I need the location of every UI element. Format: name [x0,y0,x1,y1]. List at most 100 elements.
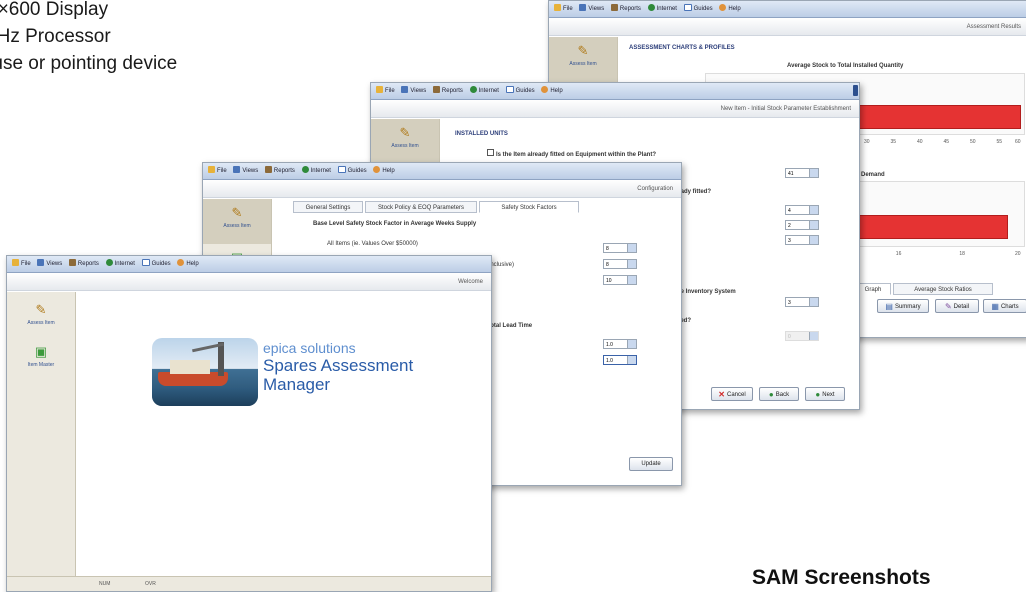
lead-time-input-2[interactable]: 1.0 [603,355,637,365]
welcome-window: File Views Reports Internet Guides Help … [6,255,492,592]
menu-views[interactable]: Views [37,256,62,272]
product-name-line1: Spares Assessment [263,356,414,375]
sidebar-item-assess[interactable]: ✎ Assess Item [7,296,75,341]
factor-input-2[interactable]: 8 [603,259,637,269]
cancel-button[interactable]: ✕ Cancel [711,387,753,401]
folder-icon [12,259,19,266]
status-num: NUM [99,581,111,587]
menu-internet[interactable]: Internet [469,83,499,99]
axis-tick-label: 60 [1015,139,1021,145]
menu-bar: File Views Reports Internet Guides Help [371,83,859,100]
menu-guides[interactable]: Guides [141,256,171,272]
close-icon: ✕ [718,390,725,399]
menu-views[interactable]: Views [579,1,604,17]
axis-tick-label: 20 [1015,251,1021,257]
help-icon [177,259,185,266]
tab-safety-stock[interactable]: Safety Stock Factors [479,201,579,213]
update-button[interactable]: Update [629,457,673,471]
globe-icon [301,166,309,173]
sidebar-item-assess[interactable]: ✎ Assess Item [549,37,617,82]
menu-reports[interactable]: Reports [610,1,641,17]
product-name-line2: Manager [263,375,331,394]
page-title: Assessment Results [549,18,1026,36]
menu-bar: File Views Reports Internet Guides Help [7,256,491,273]
menu-help[interactable]: Help [541,83,563,99]
factor-input-1[interactable]: 8 [603,243,637,253]
next-button[interactable]: ● Next [805,387,845,401]
menu-bar: File Views Reports Internet Guides Help [203,163,681,180]
sidebar-item-master[interactable]: ▣ Item Master [7,338,75,383]
charts-button[interactable]: ▦ Charts [983,299,1026,313]
menu-views[interactable]: Views [233,163,258,179]
status-bar: NUM OVR [7,576,491,591]
help-icon [373,166,381,173]
page-title: Configuration [203,180,681,198]
qty-input-2[interactable]: 2 [785,220,819,230]
axis-tick-label: 35 [890,139,897,145]
summary-button[interactable]: ▤ Summary [877,299,929,313]
folder-icon [554,4,561,11]
menu-internet[interactable]: Internet [105,256,135,272]
screenshots-caption: SAM Screenshots [752,566,931,589]
book-icon [141,259,150,266]
brand-name: epica solutions [263,340,356,356]
menu-guides[interactable]: Guides [505,83,535,99]
menu-internet[interactable]: Internet [301,163,331,179]
fitted-checkbox[interactable] [487,149,494,156]
calendar-icon: ▤ [885,302,893,311]
disabled-input: 0 [785,331,819,341]
back-button[interactable]: ● Back [759,387,799,401]
page-title: New Item - Initial Stock Parameter Estab… [371,100,859,118]
menu-file[interactable]: File [554,1,573,17]
section-heading: ASSESSMENT CHARTS & PROFILES [629,45,735,51]
inventory-input[interactable]: 3 [785,297,819,307]
qty-input-1[interactable]: 4 [785,205,819,215]
requirement-processor: 1 GHz Processor [0,26,111,47]
all-items-label: All Items (ie. Values Over $50000) [327,241,418,247]
window-scroll-knob[interactable] [853,85,858,96]
folder-icon [208,166,215,173]
menu-help[interactable]: Help [177,256,199,272]
question-fitted: Is the Item already fitted on Equipment … [487,149,656,158]
tab-average-stock-ratios[interactable]: Average Stock Ratios [893,283,993,295]
sidebar: ✎ Assess Item ▣ Item Master [7,292,76,577]
factor-input-3[interactable]: 10 [603,275,637,285]
back-icon: ● [768,390,774,399]
globe-icon [469,86,477,93]
lead-time-input-1[interactable]: 1.0 [603,339,637,349]
menu-reports[interactable]: Reports [264,163,295,179]
tab-stock-policy[interactable]: Stock Policy & EOQ Parameters [365,201,477,213]
help-icon [719,4,727,11]
requirement-pointing-device: Mouse or pointing device [0,53,178,74]
menu-reports[interactable]: Reports [432,83,463,99]
globe-icon [105,259,113,266]
views-icon [401,86,409,93]
sidebar-item-assess[interactable]: ✎ Assess Item [203,199,271,244]
menu-file[interactable]: File [376,83,395,99]
menu-file[interactable]: File [208,163,227,179]
tab-graph[interactable]: Graph [855,283,891,295]
book-icon [337,166,346,173]
reports-icon [610,4,618,11]
views-icon [233,166,241,173]
menu-help[interactable]: Help [719,1,741,17]
menu-help[interactable]: Help [373,163,395,179]
sidebar-item-assess[interactable]: ✎ Assess Item [371,119,439,164]
detail-button[interactable]: ✎ Detail [935,299,979,313]
menu-reports[interactable]: Reports [68,256,99,272]
menu-bar: File Views Reports Internet Guides Help [549,1,1026,18]
tools-icon: ✎ [399,125,411,140]
tab-general-settings[interactable]: General Settings [293,201,363,213]
requirement-display: 800×600 Display [0,0,109,20]
axis-tick-label: 50 [970,139,976,145]
qty-input-3[interactable]: 3 [785,235,819,245]
menu-guides[interactable]: Guides [683,1,713,17]
menu-guides[interactable]: Guides [337,163,367,179]
status-ovr: OVR [145,581,156,587]
menu-internet[interactable]: Internet [647,1,677,17]
menu-file[interactable]: File [12,256,31,272]
menu-views[interactable]: Views [401,83,426,99]
installed-qty-input[interactable]: 41 [785,168,819,178]
next-icon: ● [815,390,821,399]
tools-icon: ✎ [231,205,243,220]
